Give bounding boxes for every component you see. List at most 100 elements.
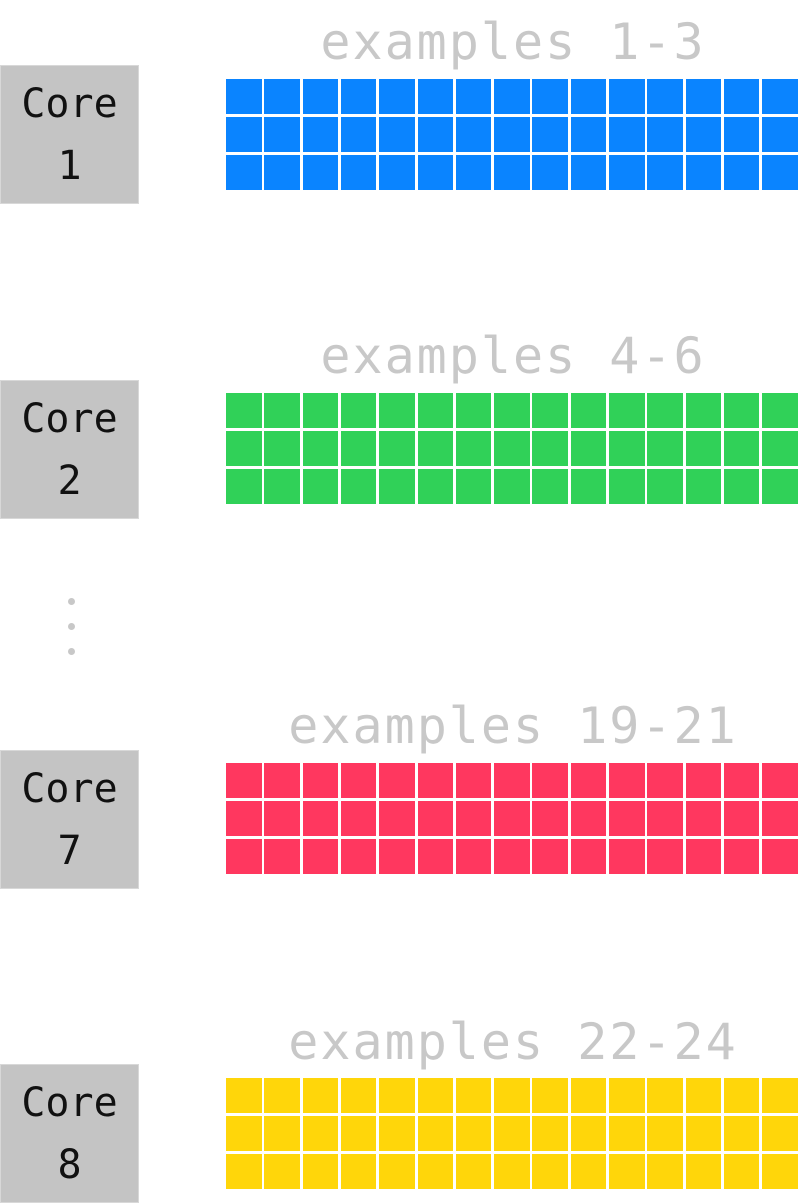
- grid-cell: [570, 1154, 607, 1189]
- grid-cell: [455, 155, 492, 190]
- grid-cell: [340, 1078, 377, 1113]
- grid-cell: [264, 393, 300, 428]
- grid-cell: [455, 1078, 492, 1113]
- examples-label: examples 22-24: [288, 1013, 738, 1071]
- grid-cell: [417, 1116, 453, 1151]
- grid-cell: [226, 117, 262, 152]
- grid-cell: [647, 393, 683, 428]
- grid-cell: [762, 431, 798, 466]
- grid-cell: [685, 79, 722, 114]
- grid-cell: [264, 469, 300, 504]
- examples-label: examples 19-21: [288, 697, 738, 755]
- grid-cell: [494, 1154, 530, 1189]
- grid-cell: [379, 393, 415, 428]
- grid-cell: [264, 1078, 300, 1113]
- grid-cell: [609, 469, 645, 504]
- example-grid: [226, 79, 800, 191]
- grid-cell: [532, 763, 568, 798]
- grid-cell: [264, 155, 300, 190]
- grid-cell: [723, 155, 760, 190]
- ellipsis-dot: [68, 623, 75, 630]
- grid-cell: [685, 117, 722, 152]
- grid-cell: [494, 1078, 530, 1113]
- grid-cell: [417, 1154, 453, 1189]
- grid-cell: [494, 763, 530, 798]
- grid-cell: [609, 763, 645, 798]
- grid-cell: [723, 117, 760, 152]
- grid-cell: [685, 1116, 722, 1151]
- grid-cell: [723, 1078, 760, 1113]
- grid-cell: [570, 155, 607, 190]
- ellipsis-dot: [68, 598, 75, 605]
- grid-cell: [532, 79, 568, 114]
- grid-cell: [264, 1154, 300, 1189]
- grid-cell: [762, 839, 798, 874]
- grid-cell: [494, 431, 530, 466]
- grid-cell: [340, 117, 377, 152]
- core-number: 2: [57, 457, 82, 504]
- grid-cell: [723, 1154, 760, 1189]
- grid-cell: [570, 431, 607, 466]
- grid-cell: [226, 1154, 262, 1189]
- grid-cell: [455, 1154, 492, 1189]
- grid-cell: [685, 1154, 722, 1189]
- grid-cell: [570, 117, 607, 152]
- grid-cell: [340, 79, 377, 114]
- core-word: Core: [21, 1079, 118, 1126]
- grid-cell: [685, 155, 722, 190]
- grid-cell: [647, 117, 683, 152]
- grid-cell: [340, 763, 377, 798]
- grid-cell: [340, 1154, 377, 1189]
- grid-cell: [302, 763, 339, 798]
- grid-cell: [340, 431, 377, 466]
- grid-cell: [226, 763, 262, 798]
- grid-cell: [762, 801, 798, 836]
- grid-cell: [494, 801, 530, 836]
- grid-cell: [264, 801, 300, 836]
- grid-cell: [455, 839, 492, 874]
- grid-cell: [609, 839, 645, 874]
- grid-cell: [417, 79, 453, 114]
- grid-cell: [685, 393, 722, 428]
- grid-cell: [340, 801, 377, 836]
- grid-cell: [570, 1078, 607, 1113]
- grid-cell: [302, 1116, 339, 1151]
- examples-label: examples 1-3: [320, 13, 706, 71]
- grid-cell: [762, 393, 798, 428]
- grid-cell: [647, 431, 683, 466]
- grid-cell: [417, 801, 453, 836]
- grid-cell: [302, 117, 339, 152]
- example-grid: [226, 1078, 800, 1190]
- grid-cell: [723, 393, 760, 428]
- grid-cell: [685, 1078, 722, 1113]
- grid-cell: [647, 763, 683, 798]
- grid-cell: [340, 393, 377, 428]
- grid-cell: [647, 79, 683, 114]
- grid-cell: [379, 801, 415, 836]
- core-word: Core: [21, 395, 118, 442]
- grid-cell: [226, 469, 262, 504]
- grid-cell: [264, 763, 300, 798]
- grid-cell: [264, 1116, 300, 1151]
- grid-cell: [532, 393, 568, 428]
- core-word: Core: [21, 80, 118, 127]
- grid-cell: [379, 431, 415, 466]
- grid-cell: [723, 839, 760, 874]
- grid-cell: [226, 155, 262, 190]
- grid-cell: [302, 393, 339, 428]
- core-box: Core 8: [0, 1064, 139, 1203]
- grid-cell: [762, 1154, 798, 1189]
- examples-label: examples 4-6: [320, 327, 706, 385]
- grid-cell: [264, 431, 300, 466]
- ellipsis-dot: [68, 648, 75, 655]
- grid-cell: [379, 1154, 415, 1189]
- grid-cell: [226, 431, 262, 466]
- grid-cell: [647, 469, 683, 504]
- grid-cell: [494, 117, 530, 152]
- grid-cell: [417, 393, 453, 428]
- core-number: 1: [57, 142, 82, 189]
- grid-cell: [226, 393, 262, 428]
- grid-cell: [685, 801, 722, 836]
- example-grid: [226, 763, 800, 875]
- grid-cell: [455, 469, 492, 504]
